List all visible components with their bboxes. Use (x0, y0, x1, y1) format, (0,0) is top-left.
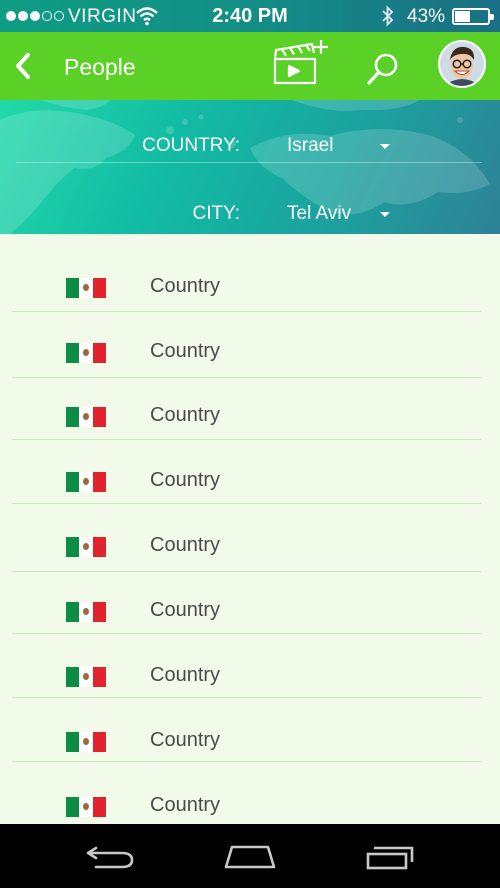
search-icon (367, 53, 398, 85)
recent-apps-icon (366, 846, 414, 870)
mexico-flag-icon (66, 278, 106, 298)
country-list: Country Country Country Country Country … (0, 234, 500, 824)
mexico-flag-icon (66, 472, 106, 492)
country-selector[interactable]: COUNTRY: Israel (0, 126, 500, 166)
country-name: Country (150, 275, 221, 297)
country-label: COUNTRY: (142, 135, 240, 156)
battery-icon (452, 8, 494, 25)
search-button[interactable] (364, 50, 402, 88)
back-button[interactable] (6, 46, 40, 86)
caret-down-icon (380, 212, 390, 217)
list-divider (12, 571, 481, 572)
list-item[interactable]: Country (0, 385, 500, 445)
list-item[interactable]: Country (0, 775, 500, 824)
battery-percent: 43% (407, 6, 446, 27)
caret-down-icon (380, 144, 390, 149)
user-avatar-icon (440, 42, 484, 86)
list-item[interactable]: Country (0, 450, 500, 510)
mexico-flag-icon (66, 732, 106, 752)
clapperboard-add-icon (273, 40, 328, 85)
list-divider (12, 633, 481, 634)
country-name: Country (150, 404, 221, 426)
list-divider (12, 503, 481, 504)
list-divider (12, 439, 481, 440)
country-value: Israel (287, 135, 334, 156)
location-filter-panel: COUNTRY: Israel CITY: Tel Aviv (0, 100, 500, 234)
country-name: Country (150, 534, 221, 556)
list-divider (12, 761, 481, 762)
avatar[interactable] (438, 40, 486, 88)
country-name: Country (150, 664, 221, 686)
list-divider (12, 311, 481, 312)
nav-recents-button[interactable] (364, 840, 420, 872)
country-name: Country (150, 794, 221, 816)
mexico-flag-icon (66, 797, 106, 817)
city-selector[interactable]: CITY: Tel Aviv (0, 194, 500, 234)
list-item[interactable]: Country (0, 580, 500, 640)
list-item[interactable]: Country (0, 321, 500, 381)
app-bar: People (0, 32, 500, 100)
filter-divider (16, 162, 482, 163)
country-name: Country (150, 340, 221, 362)
status-bar: VIRGIN 2:40 PM 43% (0, 0, 500, 32)
mexico-flag-icon (66, 537, 106, 557)
city-label: CITY: (192, 203, 240, 224)
mexico-flag-icon (66, 343, 106, 363)
chevron-left-icon (16, 53, 30, 79)
country-name: Country (150, 469, 221, 491)
page-title: People (64, 54, 136, 80)
list-divider (12, 377, 481, 378)
list-item[interactable]: Country (0, 515, 500, 575)
bluetooth-icon (382, 5, 394, 27)
home-icon (224, 845, 276, 869)
list-item[interactable]: Country (0, 256, 500, 316)
add-video-button[interactable] (272, 38, 332, 88)
country-name: Country (150, 729, 221, 751)
list-divider (12, 697, 481, 698)
nav-home-button[interactable] (222, 840, 278, 872)
city-value: Tel Aviv (287, 203, 352, 224)
system-nav-bar (0, 824, 500, 888)
mexico-flag-icon (66, 407, 106, 427)
nav-back-button[interactable] (84, 840, 140, 872)
list-item[interactable]: Country (0, 645, 500, 705)
mexico-flag-icon (66, 667, 106, 687)
back-arrow-icon (86, 846, 134, 869)
mexico-flag-icon (66, 602, 106, 622)
country-name: Country (150, 599, 221, 621)
